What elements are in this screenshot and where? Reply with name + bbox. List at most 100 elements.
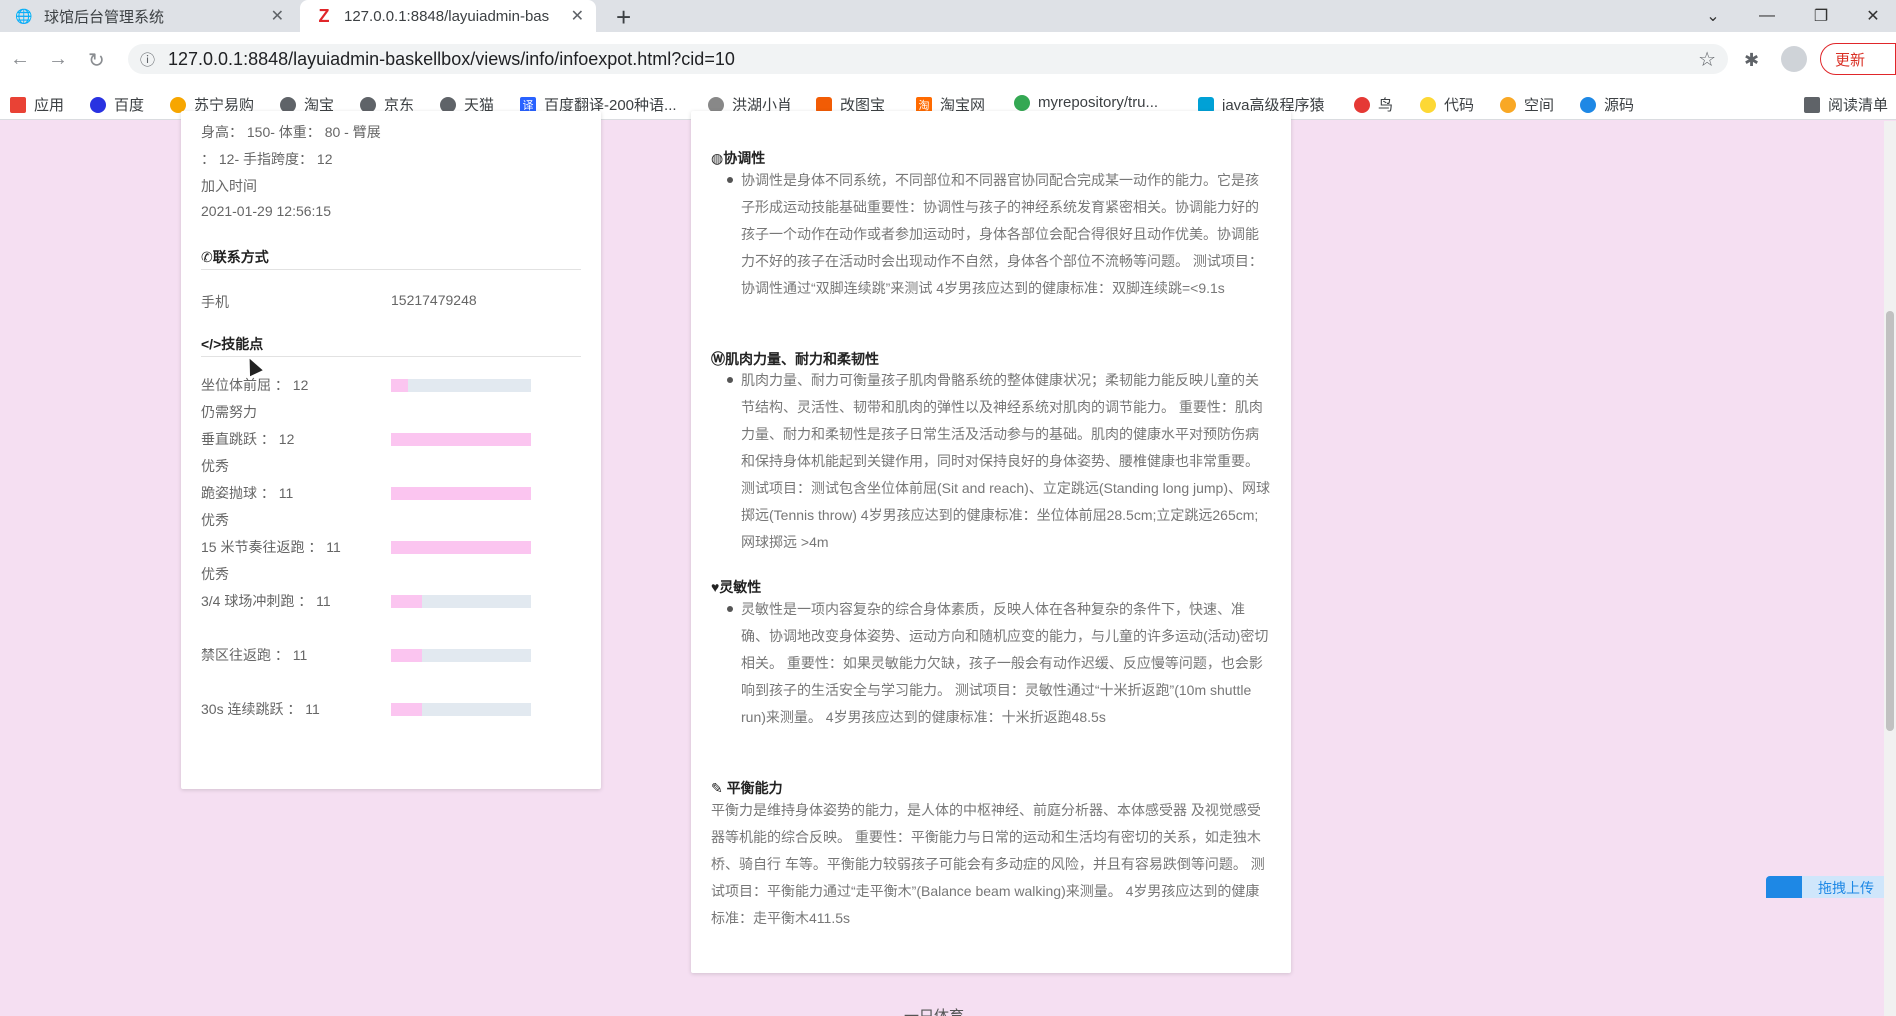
divider <box>201 269 581 270</box>
apps-grid-icon <box>10 96 26 113</box>
code-icon: </> <box>201 336 222 352</box>
skills-section-title: </>技能点 <box>201 336 264 352</box>
globe-icon: ◍ <box>711 150 724 166</box>
restore-icon[interactable]: ❐ <box>1794 0 1848 32</box>
skill-label: 坐位体前屈 ： 12 <box>201 377 309 393</box>
balance-body: 平衡力是维持身体姿势的能力，是人体的中枢神经、前庭分析器、本体感受器 及视觉感受… <box>711 802 1265 926</box>
coordination-title: ◍协调性 <box>711 150 766 166</box>
skill-progress-fill <box>391 703 422 716</box>
code-icon <box>1420 96 1436 113</box>
balance-title: ✎ 平衡能力 <box>711 780 783 796</box>
minimize-icon[interactable]: — <box>1740 0 1794 32</box>
wordpress-icon: Ⓦ <box>711 351 725 367</box>
skill-progress-bar <box>391 487 531 500</box>
back-icon[interactable]: ← <box>10 48 30 71</box>
skill-status: 优秀 <box>201 512 229 528</box>
phone-icon: ✆ <box>201 249 213 265</box>
url-text[interactable]: 127.0.0.1:8848/layuiadmin-baskellbox/vie… <box>168 49 735 70</box>
globe-icon: 🌐 <box>15 7 33 24</box>
skill-progress-bar <box>391 703 531 716</box>
chrome-icon <box>1014 94 1030 111</box>
skill-label: 15 米节奏往返跑 ： 11 <box>201 539 341 555</box>
profile-card: 身高： 150- 体重： 80 - 臂展 ： 12- 手指跨度： 12 加入时间… <box>181 111 601 789</box>
upload-icon <box>1766 876 1802 898</box>
update-label: 更新 <box>1835 51 1866 69</box>
skill-progress-bar <box>391 379 531 392</box>
phone-label: 手机 <box>201 294 229 310</box>
skill-progress-fill <box>391 433 531 446</box>
skill-progress-fill <box>391 379 408 392</box>
contact-section-title: ✆联系方式 <box>201 249 269 265</box>
baidu-icon <box>90 96 106 113</box>
body-stats-line2: ： 12- 手指跨度： 12 <box>201 151 333 167</box>
omnibox[interactable]: ⓘ 127.0.0.1:8848/layuiadmin-baskellbox/v… <box>128 44 1728 74</box>
description-card: ◍协调性 协调性是身体不同系统，不同部位和不同器官协同配合完成某一动作的能力。它… <box>691 111 1291 973</box>
bookmark-label: 鸟 <box>1378 97 1394 114</box>
footer-text: 一只体育 <box>904 1005 964 1016</box>
bookmark-label: 源码 <box>1604 97 1635 114</box>
bookmark-label: myrepository/tru... <box>1038 94 1159 111</box>
skill-label: 跪姿抛球 ： 11 <box>201 485 294 501</box>
bookmark-source[interactable]: 源码 <box>1580 94 1634 115</box>
bookmark-myrepository[interactable]: myrepository/tru... <box>1014 94 1158 111</box>
forward-icon[interactable]: → <box>48 48 68 71</box>
skill-progress-fill <box>391 649 422 662</box>
bookmark-label: 代码 <box>1444 97 1475 114</box>
bird-icon <box>1354 96 1370 113</box>
close-tab-icon[interactable]: ✕ <box>571 6 584 26</box>
skill-progress-fill <box>391 487 531 500</box>
tab-search-icon[interactable]: ⌄ <box>1686 0 1740 32</box>
page-content: 身高： 150- 体重： 80 - 臂展 ： 12- 手指跨度： 12 加入时间… <box>0 111 1896 1016</box>
coordination-body: 协调性是身体不同系统，不同部位和不同器官协同配合完成某一动作的能力。它是孩子形成… <box>727 167 1271 302</box>
divider <box>201 356 581 357</box>
skill-status: 优秀 <box>201 458 229 474</box>
agility-body: 灵敏性是一项内容复杂的综合身体素质，反映人体在各种复杂的条件下，快速、准确、协调… <box>727 596 1271 731</box>
reading-list[interactable]: 阅读清单 <box>1804 94 1888 115</box>
bookmark-space[interactable]: 空间 <box>1500 94 1554 115</box>
bookmark-label: 百度 <box>114 97 145 114</box>
bookmark-label: 空间 <box>1524 97 1555 114</box>
skill-label: 禁区往返跑 ： 11 <box>201 647 308 663</box>
window-close-icon[interactable]: ✕ <box>1846 0 1896 32</box>
skill-status: 优秀 <box>201 566 229 582</box>
new-tab-button[interactable]: + <box>616 2 631 33</box>
reading-list-icon <box>1804 96 1820 113</box>
skill-label: 30s 连续跳跃 ： 11 <box>201 701 320 717</box>
bookmark-baidu[interactable]: 百度 <box>90 94 144 115</box>
agility-title: ♥灵敏性 <box>711 579 762 595</box>
muscle-title: Ⓦ肌肉力量、耐力和柔韧性 <box>711 351 879 367</box>
bookmark-label: 应用 <box>34 97 65 114</box>
bookmark-bird[interactable]: 鸟 <box>1354 94 1393 115</box>
body-stats-line1: 身高： 150- 体重： 80 - 臂展 <box>201 124 381 140</box>
close-tab-icon[interactable]: ✕ <box>271 6 284 26</box>
upload-label: 拖拽上传 <box>1818 880 1874 896</box>
reload-icon[interactable]: ↻ <box>88 48 105 73</box>
skill-progress-bar <box>391 649 531 662</box>
z-logo-icon: Z <box>318 5 330 26</box>
skill-label: 垂直跳跃 ： 12 <box>201 431 295 447</box>
profile-avatar[interactable] <box>1781 46 1807 72</box>
join-time-value: 2021-01-29 12:56:15 <box>201 203 331 219</box>
drag-upload-widget[interactable]: 拖拽上传 <box>1766 876 1896 898</box>
reading-list-label: 阅读清单 <box>1828 97 1889 114</box>
bookmark-code[interactable]: 代码 <box>1420 94 1474 115</box>
tab-admin-system[interactable]: 🌐 球馆后台管理系统 ✕ <box>0 0 296 32</box>
page-scrollbar[interactable] <box>1884 121 1896 1016</box>
skill-status: 仍需努力 <box>201 404 257 420</box>
muscle-body: 肌肉力量、耐力可衡量孩子肌肉骨骼系统的整体健康状况；柔韧能力能反映儿童的关节结构… <box>727 367 1271 556</box>
scrollbar-thumb[interactable] <box>1886 311 1894 731</box>
skill-label: 3/4 球场冲刺跑 ： 11 <box>201 593 331 609</box>
bookmark-star-icon[interactable]: ☆ <box>1698 47 1716 72</box>
browser-tab-bar: 🌐 球馆后台管理系统 ✕ Z 127.0.0.1:8848/layuiadmin… <box>0 0 1896 32</box>
bookmark-apps[interactable]: 应用 <box>10 94 64 115</box>
tab-current-page[interactable]: Z 127.0.0.1:8848/layuiadmin-bas ✕ <box>300 0 596 32</box>
site-info-icon[interactable]: ⓘ <box>140 49 155 70</box>
skill-progress-fill <box>391 595 422 608</box>
update-button[interactable]: 更新 <box>1820 43 1896 75</box>
skill-progress-bar <box>391 433 531 446</box>
extensions-icon[interactable]: ✱ <box>1744 50 1759 71</box>
join-time-label: 加入时间 <box>201 178 257 194</box>
skill-progress-fill <box>391 541 531 554</box>
pencil-icon: ✎ <box>711 780 723 796</box>
phone-value: 15217479248 <box>391 292 477 308</box>
